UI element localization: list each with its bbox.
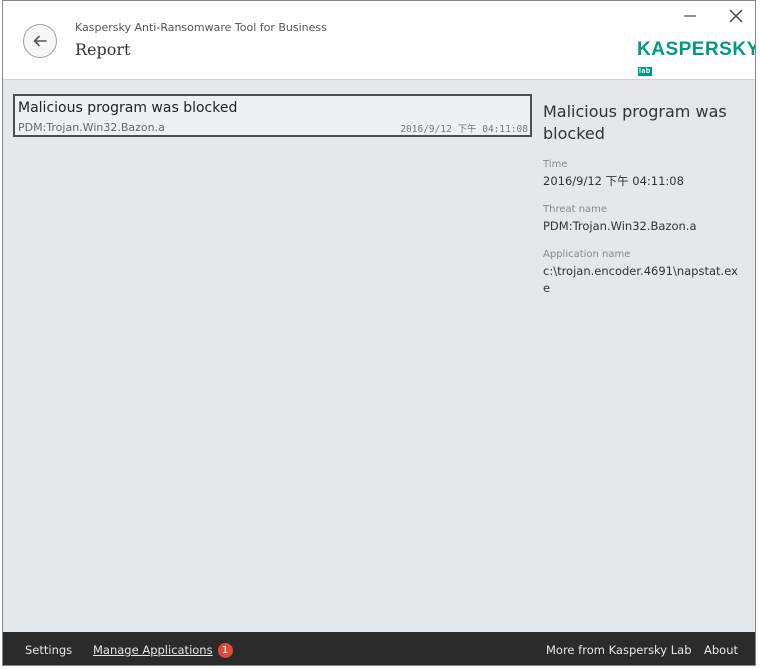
details-panel: Malicious program was blocked Time 2016/… [543, 101, 743, 297]
application-name-label: Application name [543, 249, 631, 260]
more-from-kaspersky-link[interactable]: More from Kaspersky Lab [546, 643, 692, 657]
footer-bar: Settings Manage Applications 1 More from … [3, 632, 755, 665]
settings-link[interactable]: Settings [25, 643, 72, 657]
manage-applications-link[interactable]: Manage Applications 1 [93, 643, 233, 658]
kaspersky-logo: KASPERSKY lab [637, 39, 756, 83]
threat-name-label: Threat name [543, 204, 608, 215]
time-value: 2016/9/12 下午 04:11:08 [543, 174, 684, 188]
manage-applications-label: Manage Applications [93, 643, 213, 657]
minimize-button[interactable] [681, 5, 701, 25]
application-name-value: c:\trojan.encoder.4691\napstat.exe [543, 264, 738, 295]
threat-name-value: PDM:Trojan.Win32.Bazon.a [543, 219, 697, 233]
event-threat-name: PDM:Trojan.Win32.Bazon.a [18, 121, 165, 134]
close-icon [729, 9, 743, 23]
logo-lab: lab [638, 67, 652, 77]
back-button[interactable] [23, 24, 57, 58]
notification-badge: 1 [217, 643, 233, 658]
event-time: 2016/9/12 下午 04:11:08 [400, 124, 528, 135]
minimize-icon [684, 15, 696, 17]
details-title: Malicious program was blocked [543, 102, 727, 143]
about-link[interactable]: About [704, 643, 738, 657]
arrow-left-icon [33, 35, 47, 47]
app-name: Kaspersky Anti-Ransomware Tool for Busin… [75, 21, 327, 34]
logo-text: KASPERSKY [637, 39, 756, 60]
event-list-item[interactable]: Malicious program was blocked PDM:Trojan… [13, 94, 532, 137]
close-button[interactable] [725, 5, 747, 27]
time-label: Time [543, 159, 568, 170]
page-title: Report [75, 40, 131, 59]
event-title: Malicious program was blocked [18, 100, 238, 116]
header-bar: Kaspersky Anti-Ransomware Tool for Busin… [3, 1, 755, 80]
app-window: Kaspersky Anti-Ransomware Tool for Busin… [2, 0, 756, 666]
